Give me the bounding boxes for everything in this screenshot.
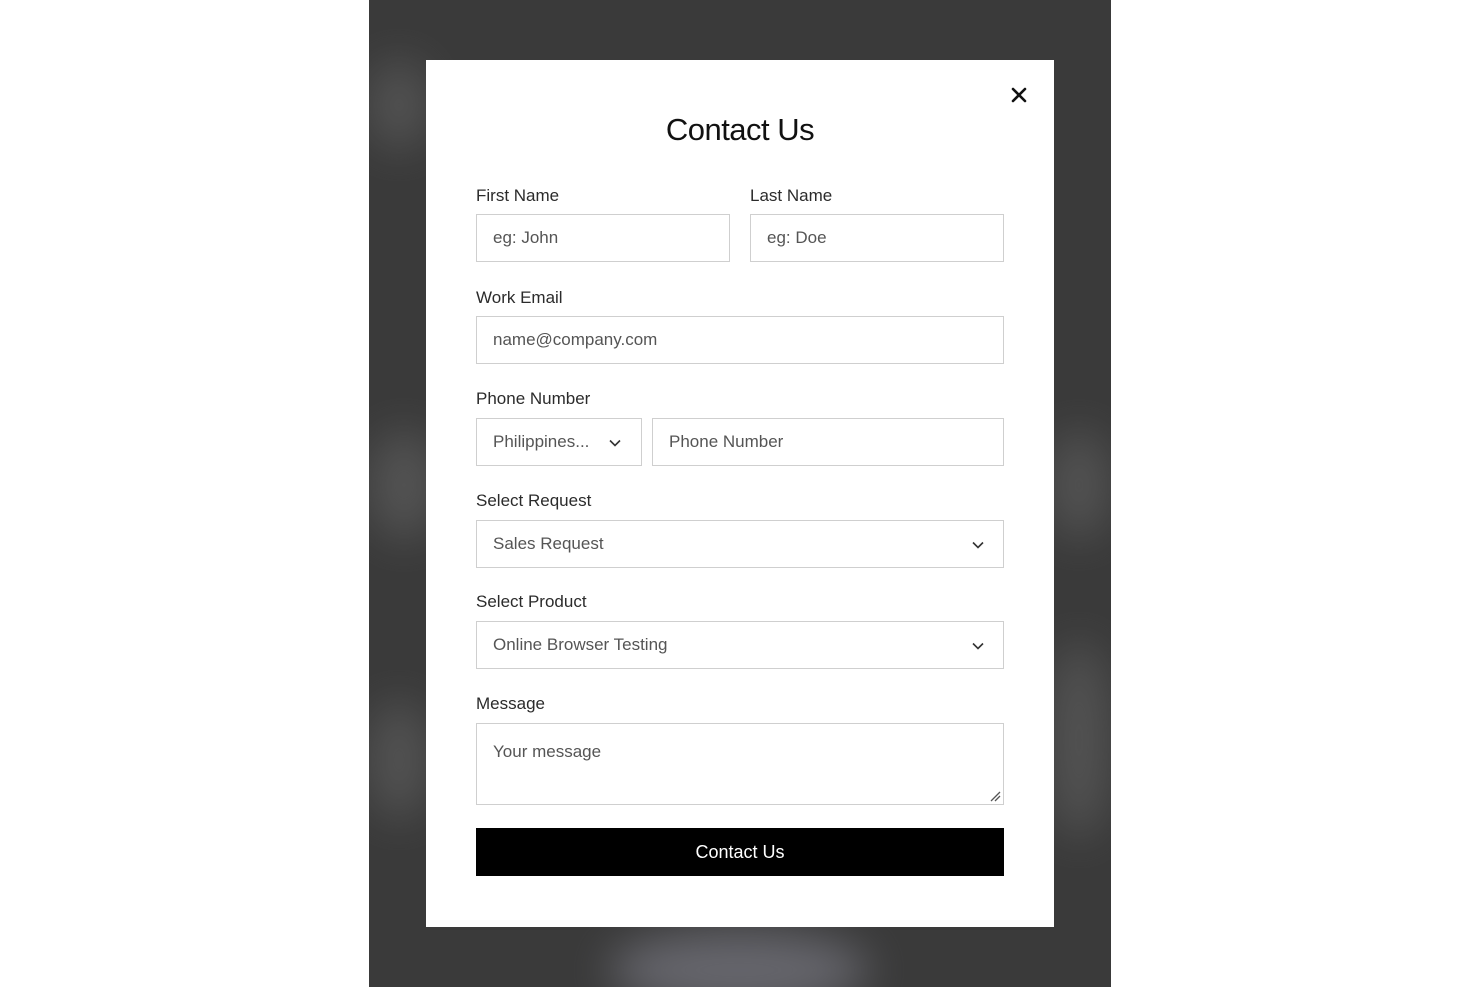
first-name-input[interactable] <box>476 214 730 262</box>
product-select-value: Online Browser Testing <box>493 635 668 654</box>
country-code-select[interactable]: Philippines... <box>476 418 642 466</box>
select-product-label: Select Product <box>476 592 587 611</box>
contact-us-submit-button[interactable]: Contact Us <box>476 828 1004 876</box>
last-name-input[interactable] <box>750 214 1004 262</box>
last-name-label: Last Name <box>750 186 833 205</box>
request-select-value: Sales Request <box>493 534 604 553</box>
message-textarea[interactable] <box>476 723 1004 805</box>
first-name-label: First Name <box>476 186 560 205</box>
request-select[interactable]: Sales Request <box>476 520 1004 568</box>
phone-number-label: Phone Number <box>476 389 591 408</box>
message-label: Message <box>476 694 545 713</box>
select-request-label: Select Request <box>476 491 592 510</box>
contact-modal: Contact Us First Name Last Name Work Ema… <box>426 60 1054 927</box>
phone-number-input[interactable] <box>652 418 1004 466</box>
close-icon <box>1011 87 1027 103</box>
country-code-value: Philippines... <box>493 432 590 451</box>
chevron-down-icon <box>972 642 984 650</box>
work-email-input[interactable] <box>476 316 1004 364</box>
chevron-down-icon <box>609 439 621 447</box>
modal-title: Contact Us <box>665 112 815 147</box>
close-button[interactable] <box>1006 82 1032 108</box>
work-email-label: Work Email <box>476 288 563 307</box>
resize-handle-icon[interactable] <box>989 790 1001 802</box>
product-select[interactable]: Online Browser Testing <box>476 621 1004 669</box>
chevron-down-icon <box>972 541 984 549</box>
